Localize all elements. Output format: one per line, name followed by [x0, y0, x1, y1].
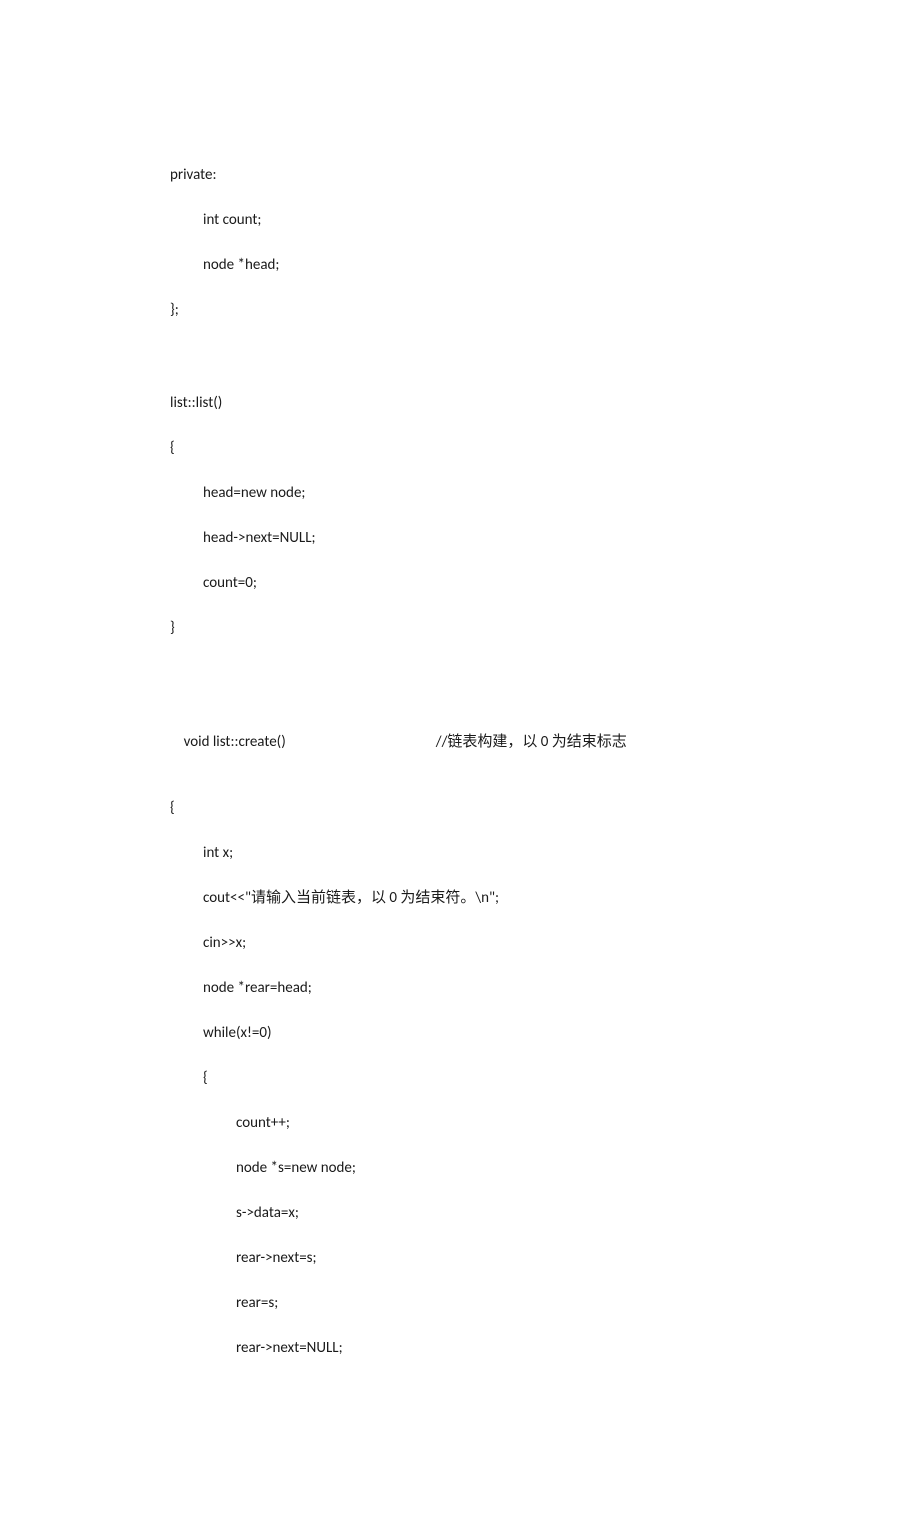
document-page: private: int count; node *head; }; list:…: [0, 0, 920, 1523]
code-line: node *rear=head;: [170, 978, 920, 999]
code-line: cin>>x;: [170, 933, 920, 954]
code-line: {: [170, 438, 920, 459]
code-line: int count;: [170, 210, 920, 231]
code-line: head->next=NULL;: [170, 528, 920, 549]
code-line: void list::create() //链表构建，以 0 为结束标志: [170, 711, 920, 774]
code-line: cout<<"请输入当前链表，以 0 为结束符。\n";: [170, 888, 920, 909]
code-line: list::list(): [170, 393, 920, 414]
code-line: }: [170, 618, 920, 639]
blank-line: [170, 345, 920, 369]
code-line: head=new node;: [170, 483, 920, 504]
code-line: private:: [170, 165, 920, 186]
code-line: s->data=x;: [170, 1203, 920, 1224]
code-comment: //链表构建，以 0 为结束标志: [436, 733, 627, 751]
code-line: count++;: [170, 1113, 920, 1134]
blank-line: [170, 663, 920, 687]
code-line: int x;: [170, 843, 920, 864]
code-line: rear->next=s;: [170, 1248, 920, 1269]
code-line: count=0;: [170, 573, 920, 594]
code-line: rear->next=NULL;: [170, 1338, 920, 1359]
code-line: {: [170, 798, 920, 819]
code-line: };: [170, 300, 920, 321]
code-line: while(x!=0): [170, 1023, 920, 1044]
code-line: node *s=new node;: [170, 1158, 920, 1179]
code-line: rear=s;: [170, 1293, 920, 1314]
code-line: {: [170, 1068, 920, 1089]
code-text: void list::create(): [184, 733, 286, 751]
code-line: node *head;: [170, 255, 920, 276]
